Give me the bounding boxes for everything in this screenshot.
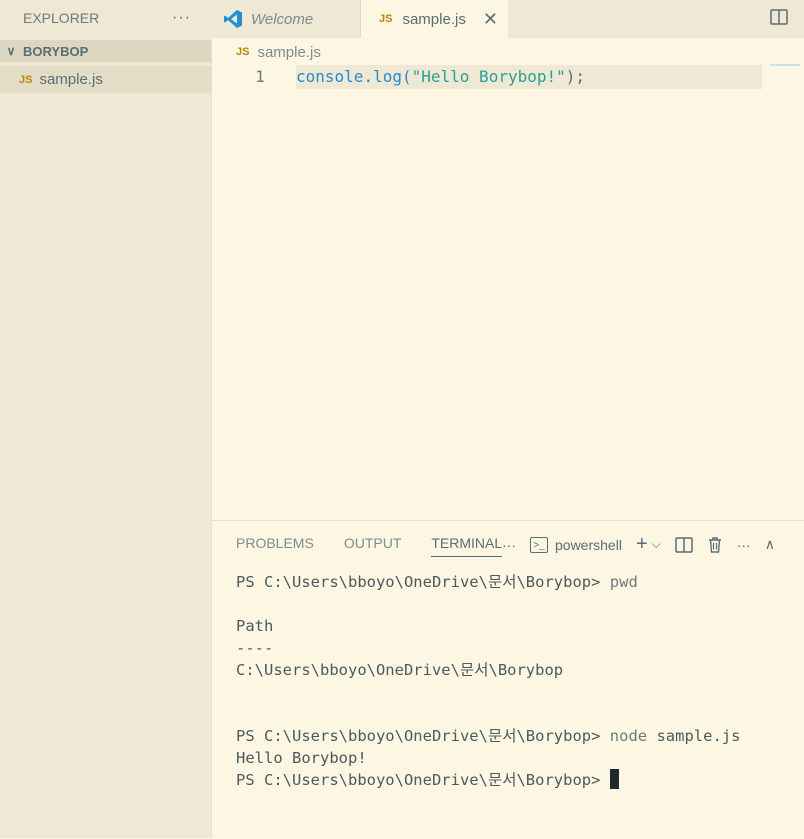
terminal-line: ​ xyxy=(236,593,740,615)
terminal-line: C:\Users\bboyo\OneDrive\문서\Borybop xyxy=(236,659,740,681)
terminal-line: PS C:\Users\bboyo\OneDrive\문서\Borybop> p… xyxy=(236,571,740,593)
split-editor-icon[interactable] xyxy=(770,9,788,25)
minimap[interactable] xyxy=(770,64,800,66)
token-paren-close: ); xyxy=(565,67,586,86)
terminal-line: Path xyxy=(236,615,740,637)
code-line-1[interactable]: 1 console.log("Hello Borybop!"); xyxy=(212,65,804,89)
token-dot: . xyxy=(363,67,374,86)
close-icon[interactable]: ✕ xyxy=(483,9,498,30)
explorer-header: EXPLORER ··· xyxy=(0,0,211,36)
tab-terminal[interactable]: TERMINAL xyxy=(431,535,503,557)
panel-actions: ··· >_ powershell + ⌵ ··· ∧ xyxy=(502,533,775,556)
code-text[interactable]: console.log("Hello Borybop!"); xyxy=(296,67,585,86)
terminal-line: PS C:\Users\bboyo\OneDrive\문서\Borybop> n… xyxy=(236,725,740,747)
command: pwd xyxy=(609,573,638,591)
token-paren-open: ( xyxy=(401,67,412,86)
terminal-line: ​ xyxy=(236,681,740,703)
javascript-file-icon: JS xyxy=(19,73,33,86)
split-terminal-icon[interactable] xyxy=(674,536,693,553)
panel-tabs: PROBLEMS OUTPUT TERMINAL xyxy=(236,535,532,557)
file-name: sample.js xyxy=(39,71,103,88)
prompt: PS C:\Users\bboyo\OneDrive\문서\Borybop> xyxy=(236,727,610,745)
tab-label: sample.js xyxy=(402,10,466,28)
folder-borybop[interactable]: ∨ BORYBOP xyxy=(0,40,211,62)
terminal-output[interactable]: PS C:\Users\bboyo\OneDrive\문서\Borybop> p… xyxy=(236,571,740,791)
token-string: "Hello Borybop!" xyxy=(411,67,566,86)
more-tabs-icon[interactable]: ··· xyxy=(502,537,516,553)
breadcrumb[interactable]: JS sample.js xyxy=(236,42,321,62)
folder-name: BORYBOP xyxy=(23,43,89,59)
terminal-select-powershell[interactable]: >_ powershell xyxy=(530,536,622,553)
chevron-down-icon: ∨ xyxy=(6,44,16,58)
editor-tab-bar: Welcome JS sample.js ✕ xyxy=(211,0,804,38)
terminal-icon: >_ xyxy=(530,536,548,553)
prompt: PS C:\Users\bboyo\OneDrive\문서\Borybop> xyxy=(236,771,610,789)
chevron-up-icon[interactable]: ∧ xyxy=(765,536,775,553)
output-text: Hello Borybop! xyxy=(236,749,367,767)
output-text: Path xyxy=(236,617,274,635)
tab-problems[interactable]: PROBLEMS xyxy=(236,535,314,557)
javascript-file-icon: JS xyxy=(379,13,393,25)
file-item-sample-js[interactable]: JS sample.js xyxy=(0,66,211,93)
breadcrumb-file: sample.js xyxy=(257,43,321,61)
prompt: PS C:\Users\bboyo\OneDrive\문서\Borybop> xyxy=(236,573,610,591)
explorer-sidebar: EXPLORER ··· ∨ BORYBOP JS sample.js xyxy=(0,0,212,838)
terminal-line: PS C:\Users\bboyo\OneDrive\문서\Borybop> xyxy=(236,769,740,791)
command-arg: sample.js xyxy=(647,727,741,745)
trash-icon[interactable] xyxy=(707,536,723,553)
output-text: C:\Users\bboyo\OneDrive\문서\Borybop xyxy=(236,661,564,679)
vscode-icon xyxy=(224,10,242,28)
javascript-file-icon: JS xyxy=(236,46,250,58)
shell-name: powershell xyxy=(555,536,622,553)
tab-sample-js[interactable]: JS sample.js ✕ xyxy=(361,0,508,38)
output-text: ---- xyxy=(236,639,274,657)
more-actions-icon[interactable]: ··· xyxy=(172,9,191,27)
token-identifier: console xyxy=(296,67,364,86)
chevron-down-icon[interactable]: ⌵ xyxy=(652,537,661,552)
bottom-panel: PROBLEMS OUTPUT TERMINAL ··· >_ powershe… xyxy=(212,520,804,839)
tab-label: Welcome xyxy=(251,10,314,28)
tab-welcome[interactable]: Welcome xyxy=(211,0,361,38)
terminal-line: ---- xyxy=(236,637,740,659)
explorer-title: EXPLORER xyxy=(23,10,100,26)
more-actions-icon[interactable]: ··· xyxy=(737,537,751,553)
terminal-line: Hello Borybop! xyxy=(236,747,740,769)
command: node xyxy=(609,727,648,745)
tab-output[interactable]: OUTPUT xyxy=(344,535,402,557)
terminal-line: ​ xyxy=(236,703,740,725)
add-terminal-icon[interactable]: + xyxy=(636,533,648,556)
terminal-cursor xyxy=(609,769,619,789)
token-function: log xyxy=(373,67,402,86)
line-number: 1 xyxy=(255,67,265,86)
